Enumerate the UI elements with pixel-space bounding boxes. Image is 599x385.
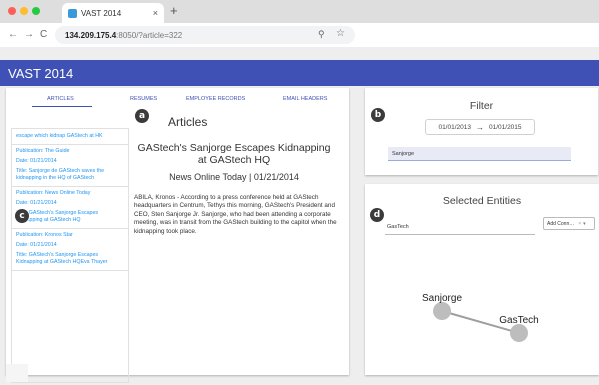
reload-icon[interactable]: C [40,29,47,40]
add-connection-label: Add Conn… [547,220,575,227]
list-item-publication: Publication: News Online Today [16,190,91,196]
url-path: :8050/?article=322 [116,30,183,40]
graph-label-sanjorge: Sanjorge [422,293,462,304]
marker-d: d [370,208,384,222]
filter-panel: Filter 01/01/2013 → 01/01/2015 Sanjorge [365,88,598,175]
filter-title: Filter [469,100,494,112]
list-item-date: Date: 01/21/2014 [16,158,57,164]
forward-icon[interactable]: → [24,29,34,40]
marker-a: a [135,109,149,123]
list-item[interactable]: escape which kidnap GAStech at HK [12,129,128,145]
entities-panel: Selected Entities GasTech Add Conn… × ▾ … [365,184,599,375]
list-item[interactable]: Publication: The Guide Date: 01/21/2014 … [12,145,128,187]
list-item-date: Date: 01/21/2014 [16,242,57,248]
tab-email-headers[interactable]: EMAIL HEADERS [283,96,327,102]
list-item-publication: Publication: Kronos Star [16,232,73,238]
new-tab-button[interactable]: + [170,3,178,18]
app-bar: VAST 2014 [0,60,599,86]
back-icon[interactable]: ← [8,29,18,40]
entity-input[interactable]: GasTech [385,219,535,235]
close-tab-icon[interactable]: × [153,8,158,18]
bookmark-star-icon[interactable]: ☆ [336,28,345,39]
article-source: News Online Today | 01/21/2014 [169,172,299,182]
add-connection-dropdown[interactable]: Add Conn… × ▾ [543,217,595,230]
address-bar-row: ← → C 134.209.175.4:8050/?article=322 ⚲ … [0,23,599,47]
arrow-right-icon: → [476,122,484,132]
entity-graph[interactable]: Sanjorge GasTech [365,244,599,372]
list-item-title: Title: GAStech's Sanjorge Escapes Kidnap… [16,210,99,223]
article-list[interactable]: escape which kidnap GAStech at HK Public… [11,128,129,383]
graph-node-sanjorge[interactable] [433,302,451,320]
end-date[interactable]: 01/01/2015 [489,124,522,131]
article-title: GAStech's Sanjorge Escapes Kidnapping at… [137,142,331,166]
list-item[interactable]: Publication: News Online Today Date: 01/… [12,187,128,229]
articles-heading: Articles [168,115,208,129]
active-tab-indicator [32,106,92,107]
date-range-picker[interactable]: 01/01/2013 → 01/01/2015 [425,119,535,135]
marker-b: b [371,108,385,122]
tab-resumes[interactable]: RESUMES [130,96,157,102]
browser-tab[interactable]: VAST 2014 × [62,3,164,23]
tab-employee-records[interactable]: EMPLOYEE RECORDS [186,96,245,102]
graph-label-gastech: GasTech [499,315,538,326]
articles-panel: ARTICLES RESUMES EMPLOYEE RECORDS EMAIL … [6,88,349,383]
browser-tab-title: VAST 2014 [81,8,122,18]
zoom-icon[interactable]: ⚲ [318,29,325,40]
list-item[interactable]: Publication: Kronos Star Date: 01/21/201… [12,229,128,271]
chevron-down-icon[interactable]: ▾ [583,221,586,227]
maximize-window-icon[interactable] [32,7,40,15]
graph-node-gastech[interactable] [510,324,528,342]
minimize-window-icon[interactable] [20,7,28,15]
list-item-date: Date: 01/21/2014 [16,200,57,206]
browser-tab-bar: VAST 2014 × + [0,0,599,23]
clear-icon[interactable]: × [578,221,581,227]
search-input[interactable]: Sanjorge [388,147,571,161]
list-item-title: Title: GAStech's Sanjorge Escapes Kidnap… [16,252,108,265]
start-date[interactable]: 01/01/2013 [438,124,471,131]
tab-articles[interactable]: ARTICLES [47,96,74,102]
tabs: ARTICLES RESUMES EMPLOYEE RECORDS EMAIL … [6,96,349,110]
url-host: 134.209.175.4 [65,30,117,40]
scroll-handle[interactable] [6,364,28,382]
close-window-icon[interactable] [8,7,16,15]
article-body: ABILA, Kronos - According to a press con… [134,194,337,235]
favicon-icon [68,8,77,18]
app-title: VAST 2014 [8,65,74,81]
list-item-publication: Publication: The Guide [16,148,70,154]
marker-c: c [15,209,29,223]
list-item-title: Title: Sanjorge de GAStech saves the kid… [16,168,105,181]
entities-title: Selected Entities [442,195,522,207]
url-field[interactable]: 134.209.175.4:8050/?article=322 [55,26,355,44]
